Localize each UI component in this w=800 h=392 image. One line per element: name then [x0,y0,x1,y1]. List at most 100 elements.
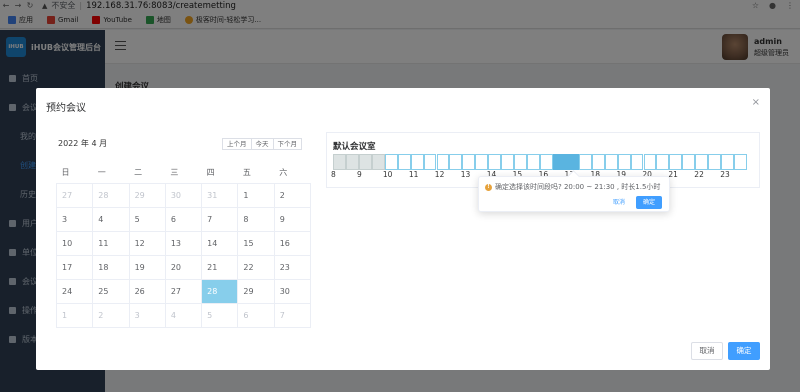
calendar-day[interactable]: 17 [55,254,94,280]
calendar-day[interactable]: 21 [201,254,239,280]
calendar-day[interactable]: 29 [237,278,275,304]
calendar-day[interactable]: 27 [55,182,94,208]
time-slot[interactable] [643,154,657,170]
time-slot[interactable] [514,154,528,170]
prev-month-button[interactable]: 上个月 [222,138,252,150]
calendar-day[interactable]: 12 [128,230,166,256]
time-slot[interactable] [617,154,631,170]
time-slot[interactable] [345,154,359,170]
calendar-day[interactable]: 16 [273,230,312,256]
time-slot[interactable] [682,154,696,170]
calendar-day[interactable]: 2 [92,302,130,328]
confirm-popover: ! 确定选择该时间段吗? 20:00 ~ 21:30 , 时长1.5小时 取消 … [478,176,670,212]
calendar-day[interactable]: 3 [128,302,166,328]
calendar-day[interactable]: 30 [164,182,203,208]
next-month-button[interactable]: 下个月 [273,138,302,150]
calendar-grid: 日一二三四五六 27 28 29 30 31 1 2 3 4 5 6 7 8 9 10 11 12 13 14 15 1… [55,163,312,328]
weekday-header: 二 [134,168,143,178]
calendar-nav: 上个月 今天 下个月 [222,138,302,150]
calendar-day[interactable]: 11 [92,230,130,256]
calendar-day[interactable]: 30 [273,278,312,304]
popover-cancel-button[interactable]: 取消 [613,197,625,206]
time-slot[interactable] [410,154,424,170]
time-slot[interactable] [475,154,489,170]
time-slot[interactable] [591,154,605,170]
time-slot[interactable] [488,154,502,170]
calendar-day[interactable]: 27 [164,278,203,304]
weekday-header: 五 [242,168,251,178]
time-slot[interactable] [449,154,463,170]
popover-message: ! 确定选择该时间段吗? 20:00 ~ 21:30 , 时长1.5小时 [485,182,660,192]
cancel-button[interactable]: 取消 [691,342,723,360]
calendar-day[interactable]: 24 [55,278,94,304]
calendar-day[interactable]: 1 [237,182,275,208]
time-slot[interactable] [527,154,540,170]
time-slot[interactable] [656,154,670,170]
time-slot[interactable] [397,154,411,170]
time-slot[interactable] [371,154,385,170]
time-slot[interactable] [708,154,722,170]
calendar-day[interactable]: 7 [273,302,312,328]
booking-dialog: 预约会议 × 2022 年 4 月 上个月 今天 下个月 日一二三四五六 27 2… [36,88,770,370]
time-slot[interactable] [565,154,579,170]
calendar-day[interactable]: 13 [164,230,203,256]
calendar-day[interactable]: 4 [164,302,203,328]
calendar-day[interactable]: 4 [92,206,130,232]
time-slot[interactable] [358,154,372,170]
close-icon[interactable]: × [752,97,760,108]
calendar-day[interactable]: 3 [55,206,94,232]
calendar-day[interactable]: 6 [237,302,275,328]
calendar-day[interactable]: 22 [237,254,275,280]
calendar-week: 27 28 29 30 31 1 2 [55,182,312,208]
time-slot[interactable] [734,154,747,170]
time-slot[interactable] [552,154,566,170]
calendar-day[interactable]: 1 [55,302,94,328]
calendar-week: 17 18 19 20 21 22 23 [55,254,312,280]
calendar-day[interactable]: 25 [92,278,130,304]
time-slot[interactable] [423,154,437,170]
time-slot[interactable] [384,154,398,170]
popover-text: 确定选择该时间段吗? 20:00 ~ 21:30 , 时长1.5小时 [495,183,661,191]
time-slot[interactable] [540,154,553,170]
calendar-day[interactable]: 18 [92,254,130,280]
calendar-day[interactable]: 29 [128,182,166,208]
calendar-day[interactable]: 15 [237,230,275,256]
time-slot[interactable] [604,154,618,170]
time-slot[interactable] [436,154,450,170]
calendar-week: 10 11 12 13 14 15 16 [55,230,312,256]
calendar-day[interactable]: 8 [237,206,275,232]
calendar-day[interactable]: 5 [128,206,166,232]
time-slot[interactable] [333,154,346,170]
time-slot[interactable] [501,154,515,170]
calendar-day[interactable]: 10 [55,230,94,256]
calendar-day[interactable]: 31 [201,182,239,208]
time-slot[interactable] [462,154,476,170]
calendar-day[interactable]: 9 [273,206,312,232]
time-slot[interactable] [695,154,709,170]
calendar-day[interactable]: 28 [92,182,130,208]
hour-label: 12 [434,170,445,179]
calendar-day-selected[interactable]: 28 [201,278,239,304]
calendar-day[interactable]: 19 [128,254,166,280]
time-slot[interactable] [721,154,735,170]
time-slot[interactable] [669,154,683,170]
hour-label: 8 [331,170,336,179]
today-button[interactable]: 今天 [251,138,274,150]
popover-confirm-button[interactable]: 确定 [636,196,662,209]
calendar-week: 3456789 [55,206,312,232]
time-slot[interactable] [578,154,592,170]
time-slot[interactable] [630,154,644,170]
calendar-day[interactable]: 2 [273,182,312,208]
calendar-day[interactable]: 23 [273,254,312,280]
time-slots [333,154,747,170]
confirm-button[interactable]: 确定 [728,342,760,360]
calendar-day[interactable]: 5 [201,302,239,328]
hour-label: 23 [720,170,730,179]
calendar-day[interactable]: 7 [201,206,239,232]
calendar-day[interactable]: 6 [164,206,203,232]
hour-label: 13 [460,170,471,179]
calendar-week: 24 25 26 27 28 29 30 [55,278,312,304]
calendar-day[interactable]: 26 [128,278,166,304]
calendar-day[interactable]: 14 [201,230,239,256]
calendar-day[interactable]: 20 [164,254,203,280]
